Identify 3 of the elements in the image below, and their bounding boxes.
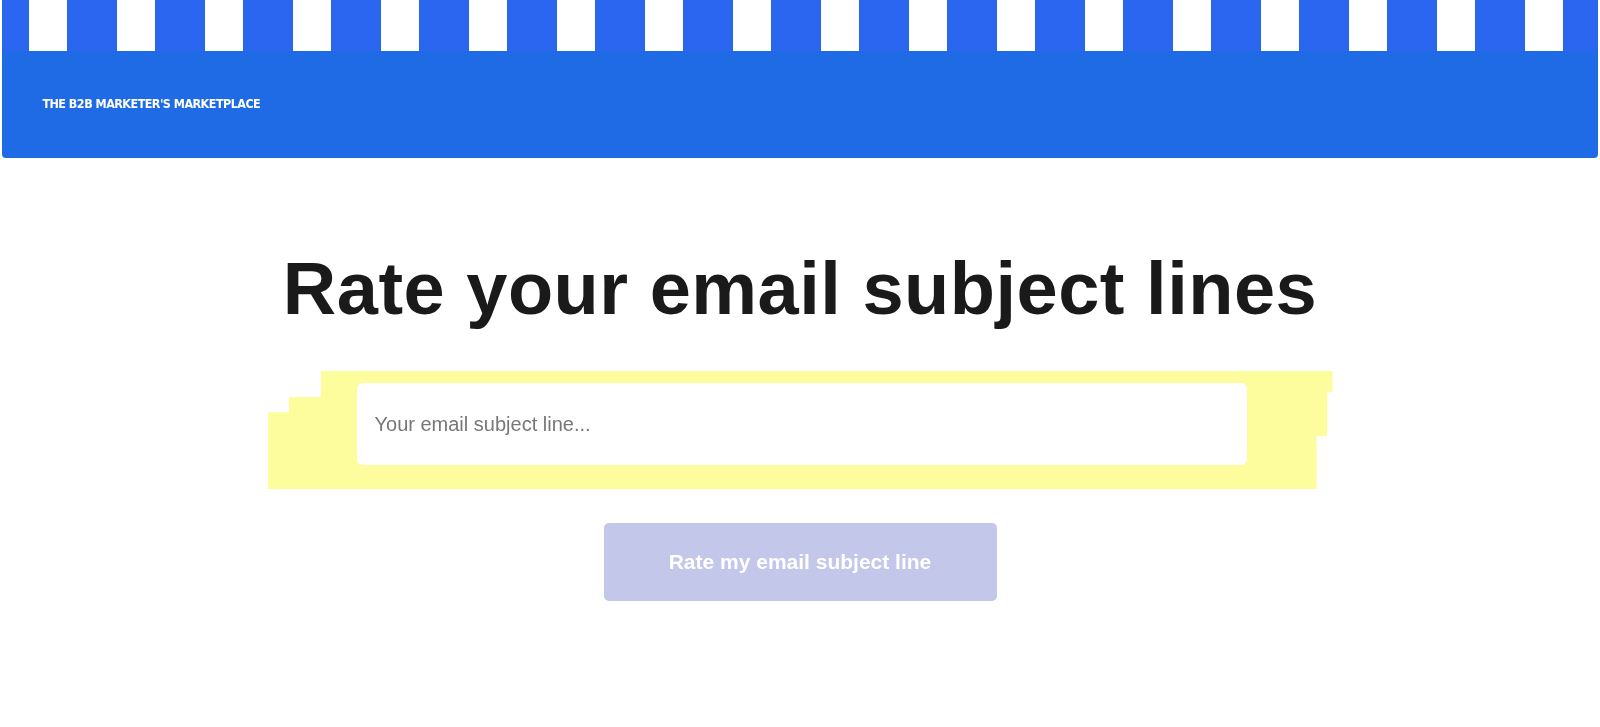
- site-tagline: THE B2B MARKETER'S MARKETPLACE: [41, 95, 262, 111]
- subject-input-field[interactable]: Your email subject line...: [356, 383, 1247, 465]
- page-heading: Rate your email subject lines: [282, 246, 1318, 331]
